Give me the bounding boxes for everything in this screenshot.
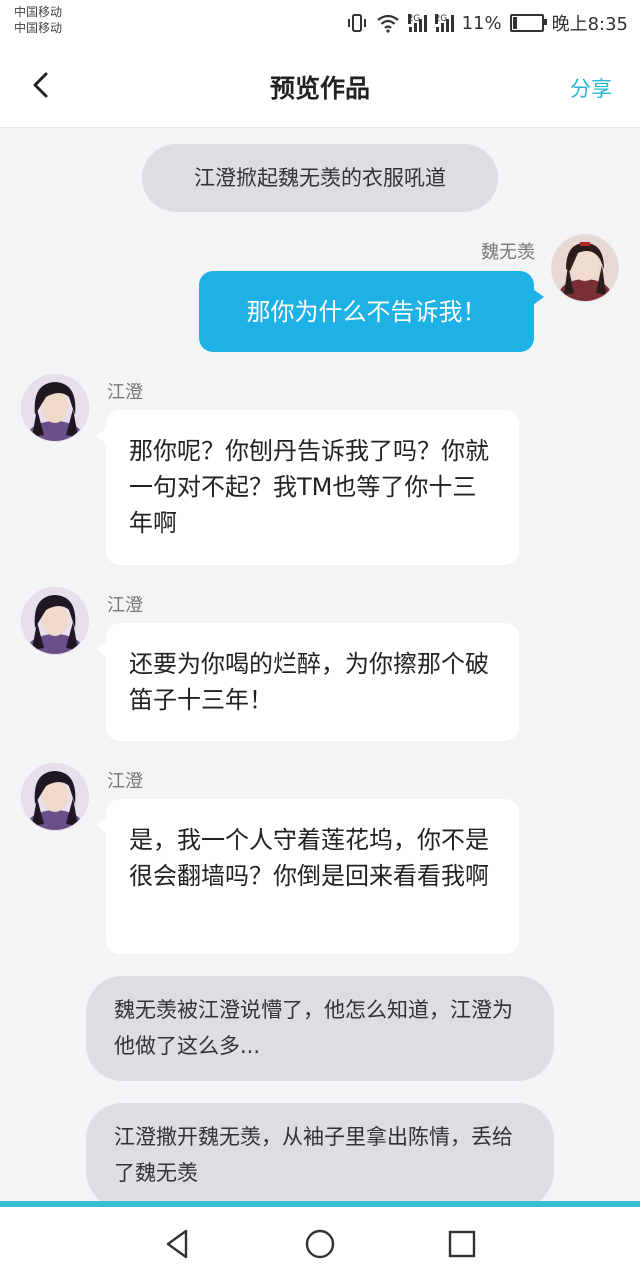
narration-text: 魏无羡被江澄说懵了，他怎么知道，江澄为他做了这么多... [114,998,513,1058]
chat-area[interactable]: 江澄掀起魏无羡的衣服吼道 魏无羡 那你为什么不告诉我！ 江澄 那你呢？你刨丹告诉… [0,128,640,1201]
signal-2-icon: 2G [434,14,454,32]
status-bar: 中国移动 中国移动 2G 2G 11% 晚上8:35 [0,0,640,45]
share-button[interactable]: 分享 [570,73,612,103]
wifi-icon [376,14,399,33]
message-bubble-incoming[interactable]: 是，我一个人守着莲花坞，你不是很会翻墙吗？你倒是回来看看我啊 [96,799,519,954]
system-nav-bar [0,1207,640,1280]
sender-name: 江澄 [107,771,143,792]
battery-percentage: 11% [461,12,502,34]
message-text: 是，我一个人守着莲花坞，你不是很会翻墙吗？你倒是回来看看我啊 [129,826,489,890]
signal-1-icon: 2G [407,14,427,32]
network-type-1: 2G [407,14,421,24]
jiang-cheng-avatar[interactable] [22,375,88,441]
vibrate-icon [347,14,366,32]
page-title: 预览作品 [269,74,370,103]
sender-name: 江澄 [107,382,143,403]
carrier-info: 中国移动 中国移动 [14,4,62,36]
message-bubble-incoming[interactable]: 那你呢？你刨丹告诉我了吗？你就一句对不起？我TM也等了你十三年啊 [96,410,519,565]
nav-back-icon[interactable] [161,1227,195,1261]
jiang-cheng-avatar[interactable] [22,588,88,654]
battery-icon [509,14,547,32]
message-bubble-outgoing[interactable]: 那你为什么不告诉我！ [199,271,544,352]
sender-name: 魏无羡 [481,242,535,263]
nav-recents-icon[interactable] [445,1227,479,1261]
narration-text: 江澄撒开魏无羡，从袖子里拿出陈情，丢给了魏无羡 [114,1125,513,1185]
sender-name: 江澄 [107,595,143,616]
message-text: 那你呢？你刨丹告诉我了吗？你就一句对不起？我TM也等了你十三年啊 [129,437,489,537]
narration-text: 江澄掀起魏无羡的衣服吼道 [194,166,446,190]
narration-bubble: 魏无羡被江澄说懵了，他怎么知道，江澄为他做了这么多... [86,976,554,1081]
narration-bubble: 江澄掀起魏无羡的衣服吼道 [142,144,498,212]
narration-bubble: 江澄撒开魏无羡，从袖子里拿出陈情，丢给了魏无羡 [86,1103,554,1201]
carrier-1: 中国移动 [14,5,63,19]
message-text: 那你为什么不告诉我！ [246,297,487,326]
network-type-2: 2G [434,14,448,24]
jiang-cheng-avatar[interactable] [22,764,88,830]
header: 预览作品 分享 [0,45,640,128]
nav-home-icon[interactable] [303,1227,337,1261]
wei-wuxian-avatar[interactable] [552,235,618,301]
clock: 晚上8:35 [551,14,628,35]
carrier-2: 中国移动 [14,21,63,35]
message-bubble-incoming[interactable]: 还要为你喝的烂醉，为你擦那个破笛子十三年！ [96,623,519,741]
message-text: 还要为你喝的烂醉，为你擦那个破笛子十三年！ [129,650,489,714]
status-icons: 2G 2G 11% 晚上8:35 [346,10,628,36]
